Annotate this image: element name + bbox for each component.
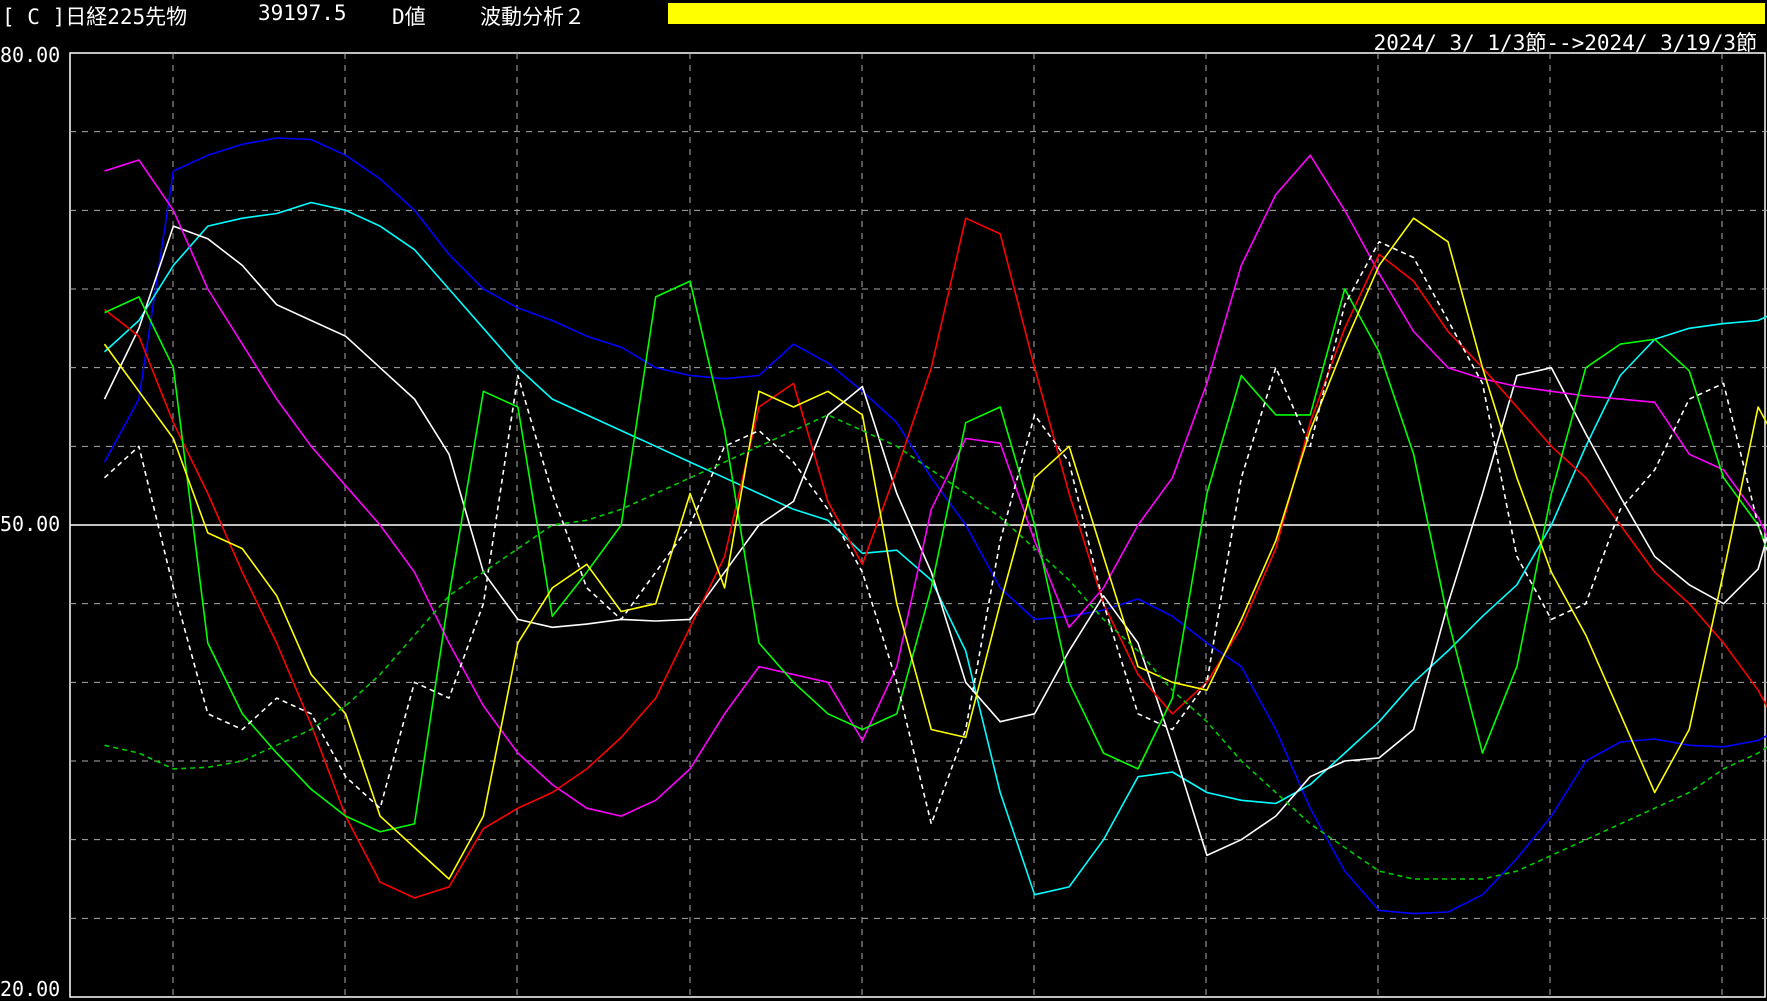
series-line-3 — [105, 155, 1767, 816]
series-line-0 — [105, 138, 1767, 914]
chart-area — [0, 0, 1767, 1000]
series-line-5 — [105, 281, 1767, 871]
series-line-6 — [105, 218, 1767, 879]
series-line-1 — [105, 203, 1767, 895]
series-line-8 — [105, 336, 1767, 879]
